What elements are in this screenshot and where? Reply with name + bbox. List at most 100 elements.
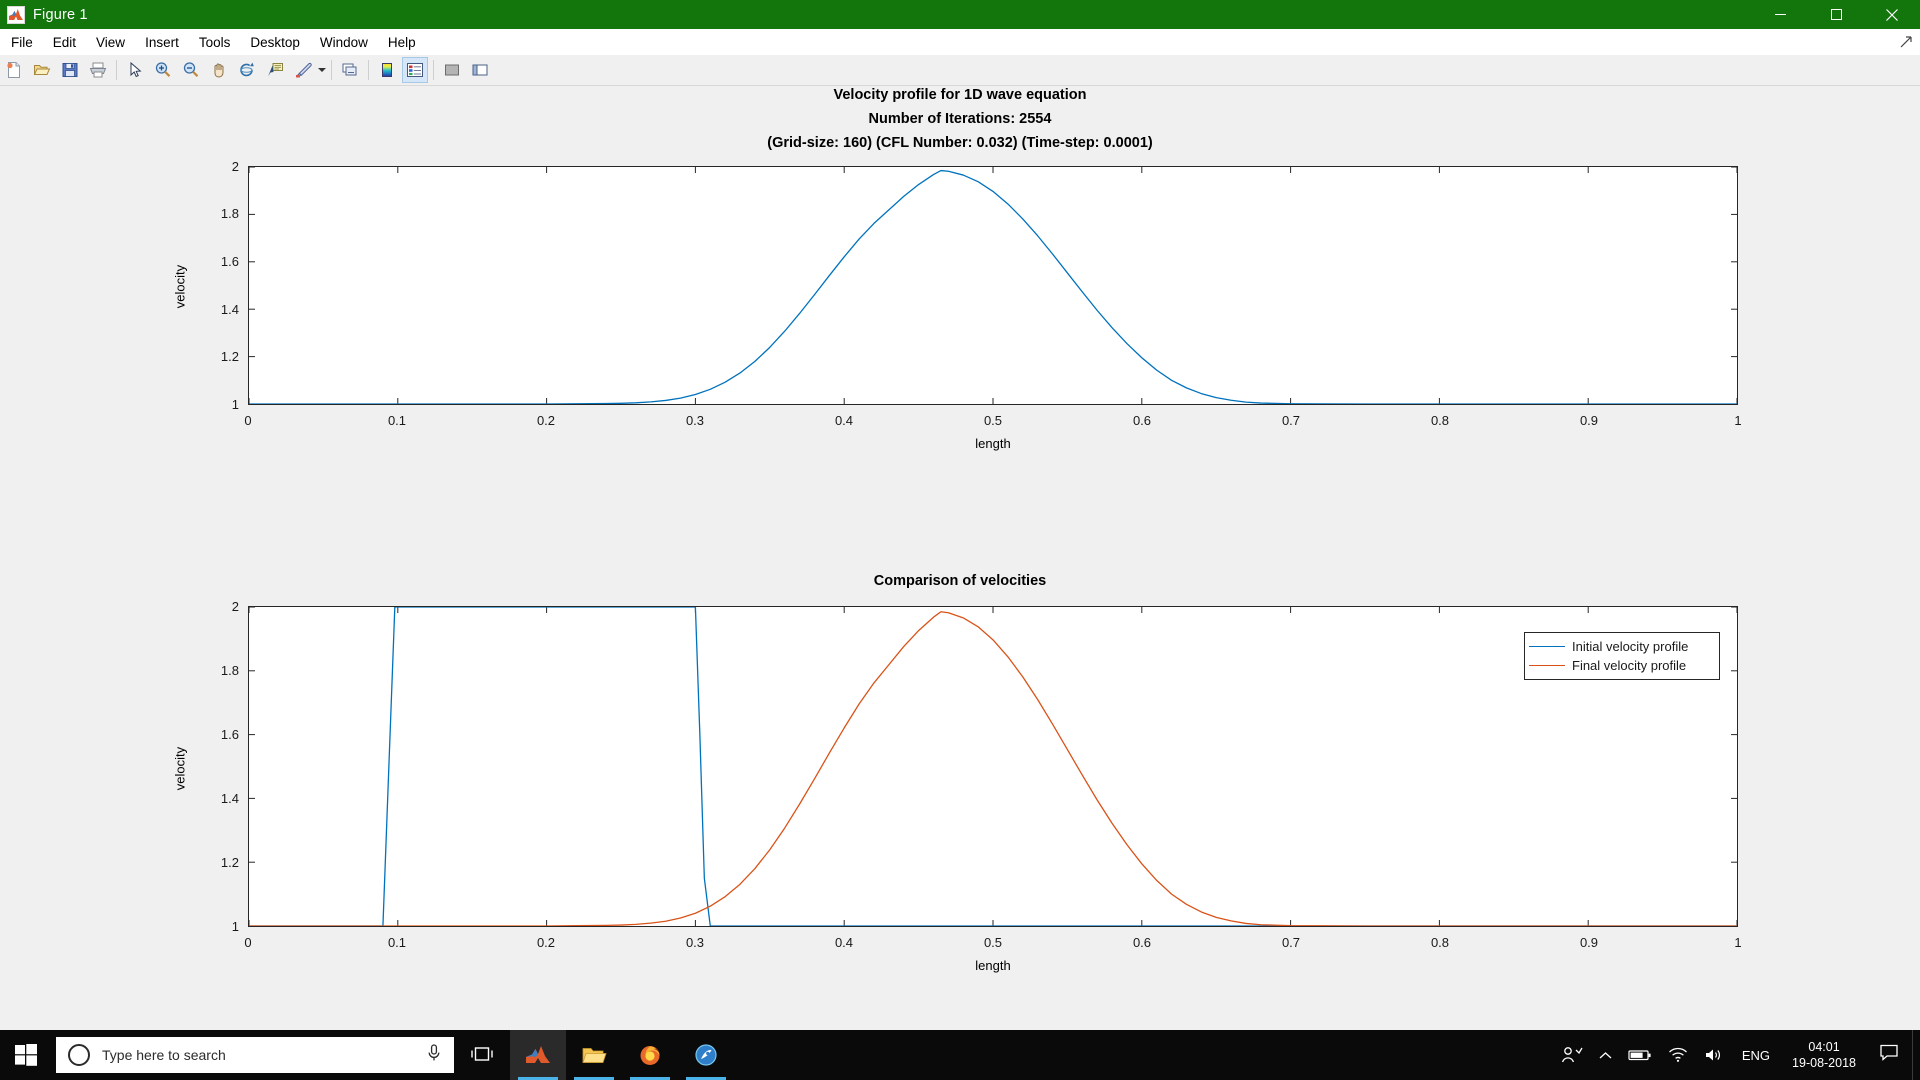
menu-view[interactable]: View [87, 32, 134, 53]
bottom-ytick-1: 1 [195, 919, 239, 934]
bottom-plot-lines [249, 607, 1737, 926]
legend-label-initial: Initial velocity profile [1572, 639, 1688, 654]
legend-swatch-final [1529, 665, 1565, 666]
toolbar-separator [116, 60, 117, 80]
top-xtick-0.4: 0.4 [814, 413, 874, 428]
window-titlebar: Figure 1 [0, 0, 1920, 29]
menubar: File Edit View Insert Tools Desktop Wind… [0, 29, 1920, 56]
menu-insert[interactable]: Insert [136, 32, 188, 53]
toolbar-separator [368, 60, 369, 80]
speaker-icon[interactable] [1696, 1030, 1732, 1080]
show-plot-tools-icon[interactable] [467, 57, 493, 83]
bottom-plot-legend[interactable]: Initial velocity profile Final velocity … [1524, 632, 1720, 680]
top-xtick-0.7: 0.7 [1261, 413, 1321, 428]
wifi-icon[interactable] [1660, 1030, 1696, 1080]
menu-edit[interactable]: Edit [44, 32, 85, 53]
menu-file[interactable]: File [2, 32, 42, 53]
bottom-plot-ylabel: velocity [173, 724, 188, 814]
figure-window: Figure 1 File Edit View Insert Tools Des… [0, 0, 1920, 1080]
clock[interactable]: 04:01 19-08-2018 [1780, 1039, 1868, 1071]
hide-plot-tools-icon[interactable] [439, 57, 465, 83]
top-xtick-0.5: 0.5 [963, 413, 1023, 428]
top-plot-title-line3: (Grid-size: 160) (CFL Number: 0.032) (Ti… [0, 131, 1920, 155]
bottom-ytick-1.4: 1.4 [195, 791, 239, 806]
bottom-plot-axes[interactable] [248, 606, 1738, 927]
top-xtick-0.3: 0.3 [665, 413, 725, 428]
clock-date: 19-08-2018 [1792, 1055, 1856, 1071]
bottom-xtick-1: 1 [1708, 935, 1768, 950]
zoom-in-icon[interactable] [150, 57, 176, 83]
bottom-ytick-1.6: 1.6 [195, 727, 239, 742]
battery-icon[interactable] [1620, 1030, 1660, 1080]
clock-time: 04:01 [1792, 1039, 1856, 1055]
bottom-xtick-0.7: 0.7 [1261, 935, 1321, 950]
print-figure-icon[interactable] [85, 57, 111, 83]
chevron-up-icon[interactable] [1591, 1030, 1620, 1080]
matlab-taskbar-icon[interactable] [510, 1030, 566, 1080]
bottom-xtick-0.6: 0.6 [1112, 935, 1172, 950]
legend-icon[interactable] [402, 57, 428, 83]
bottom-xtick-0.1: 0.1 [367, 935, 427, 950]
pointer-icon[interactable] [122, 57, 148, 83]
close-icon[interactable] [1864, 0, 1920, 29]
microphone-icon[interactable] [426, 1044, 442, 1067]
top-xtick-0.9: 0.9 [1559, 413, 1619, 428]
legend-item-final[interactable]: Final velocity profile [1529, 656, 1713, 675]
legend-item-initial[interactable]: Initial velocity profile [1529, 637, 1713, 656]
legend-swatch-initial [1529, 646, 1565, 647]
windows-start-icon[interactable] [0, 1030, 52, 1080]
figure-toolbar [0, 55, 1920, 86]
top-ytick-1.8: 1.8 [195, 206, 239, 221]
top-plot-title-line1: Velocity profile for 1D wave equation [0, 86, 1920, 107]
minimize-icon[interactable] [1752, 0, 1808, 29]
legend-label-final: Final velocity profile [1572, 658, 1686, 673]
top-plot-axes[interactable] [248, 166, 1738, 405]
matlab-icon [7, 6, 25, 24]
top-xtick-0.6: 0.6 [1112, 413, 1172, 428]
bottom-xtick-0.4: 0.4 [814, 935, 874, 950]
menu-help[interactable]: Help [379, 32, 425, 53]
menu-tools[interactable]: Tools [190, 32, 240, 53]
language-indicator[interactable]: ENG [1732, 1048, 1780, 1063]
bottom-plot-xlabel: length [948, 958, 1038, 973]
menu-window[interactable]: Window [311, 32, 377, 53]
top-ytick-1.6: 1.6 [195, 254, 239, 269]
save-figure-icon[interactable] [57, 57, 83, 83]
brush-dropdown-arrow-icon[interactable] [317, 57, 327, 83]
dock-figure-icon[interactable] [1899, 35, 1913, 49]
top-plot-title-line2: Number of Iterations: 2554 [0, 107, 1920, 131]
app-icon[interactable] [678, 1030, 734, 1080]
top-ytick-1.4: 1.4 [195, 302, 239, 317]
search-circle-icon [68, 1044, 90, 1066]
menu-desktop[interactable]: Desktop [241, 32, 309, 53]
file-explorer-icon[interactable] [566, 1030, 622, 1080]
top-xtick-0.1: 0.1 [367, 413, 427, 428]
system-tray: ENG 04:01 19-08-2018 [1553, 1030, 1920, 1080]
bottom-xtick-0.2: 0.2 [516, 935, 576, 950]
top-xtick-0.8: 0.8 [1410, 413, 1470, 428]
bottom-plot-title: Comparison of velocities [0, 569, 1920, 593]
maximize-icon[interactable] [1808, 0, 1864, 29]
pan-icon[interactable] [206, 57, 232, 83]
zoom-out-icon[interactable] [178, 57, 204, 83]
window-controls [1752, 0, 1920, 29]
data-cursor-icon[interactable] [262, 57, 288, 83]
bottom-ytick-1.2: 1.2 [195, 855, 239, 870]
new-figure-icon[interactable] [1, 57, 27, 83]
bottom-xtick-0: 0 [218, 935, 278, 950]
brush-icon[interactable] [290, 57, 316, 83]
link-plot-icon[interactable] [337, 57, 363, 83]
open-file-icon[interactable] [29, 57, 55, 83]
toolbar-separator [331, 60, 332, 80]
colorbar-icon[interactable] [374, 57, 400, 83]
action-center-icon[interactable] [1868, 1044, 1912, 1067]
show-desktop-button[interactable] [1912, 1030, 1920, 1080]
task-view-icon[interactable] [454, 1030, 510, 1080]
people-icon[interactable] [1553, 1030, 1591, 1080]
search-input[interactable]: Type here to search [56, 1037, 454, 1073]
firefox-icon[interactable] [622, 1030, 678, 1080]
window-title: Figure 1 [33, 7, 88, 23]
rotate-3d-icon[interactable] [234, 57, 260, 83]
bottom-xtick-0.5: 0.5 [963, 935, 1023, 950]
bottom-xtick-0.9: 0.9 [1559, 935, 1619, 950]
